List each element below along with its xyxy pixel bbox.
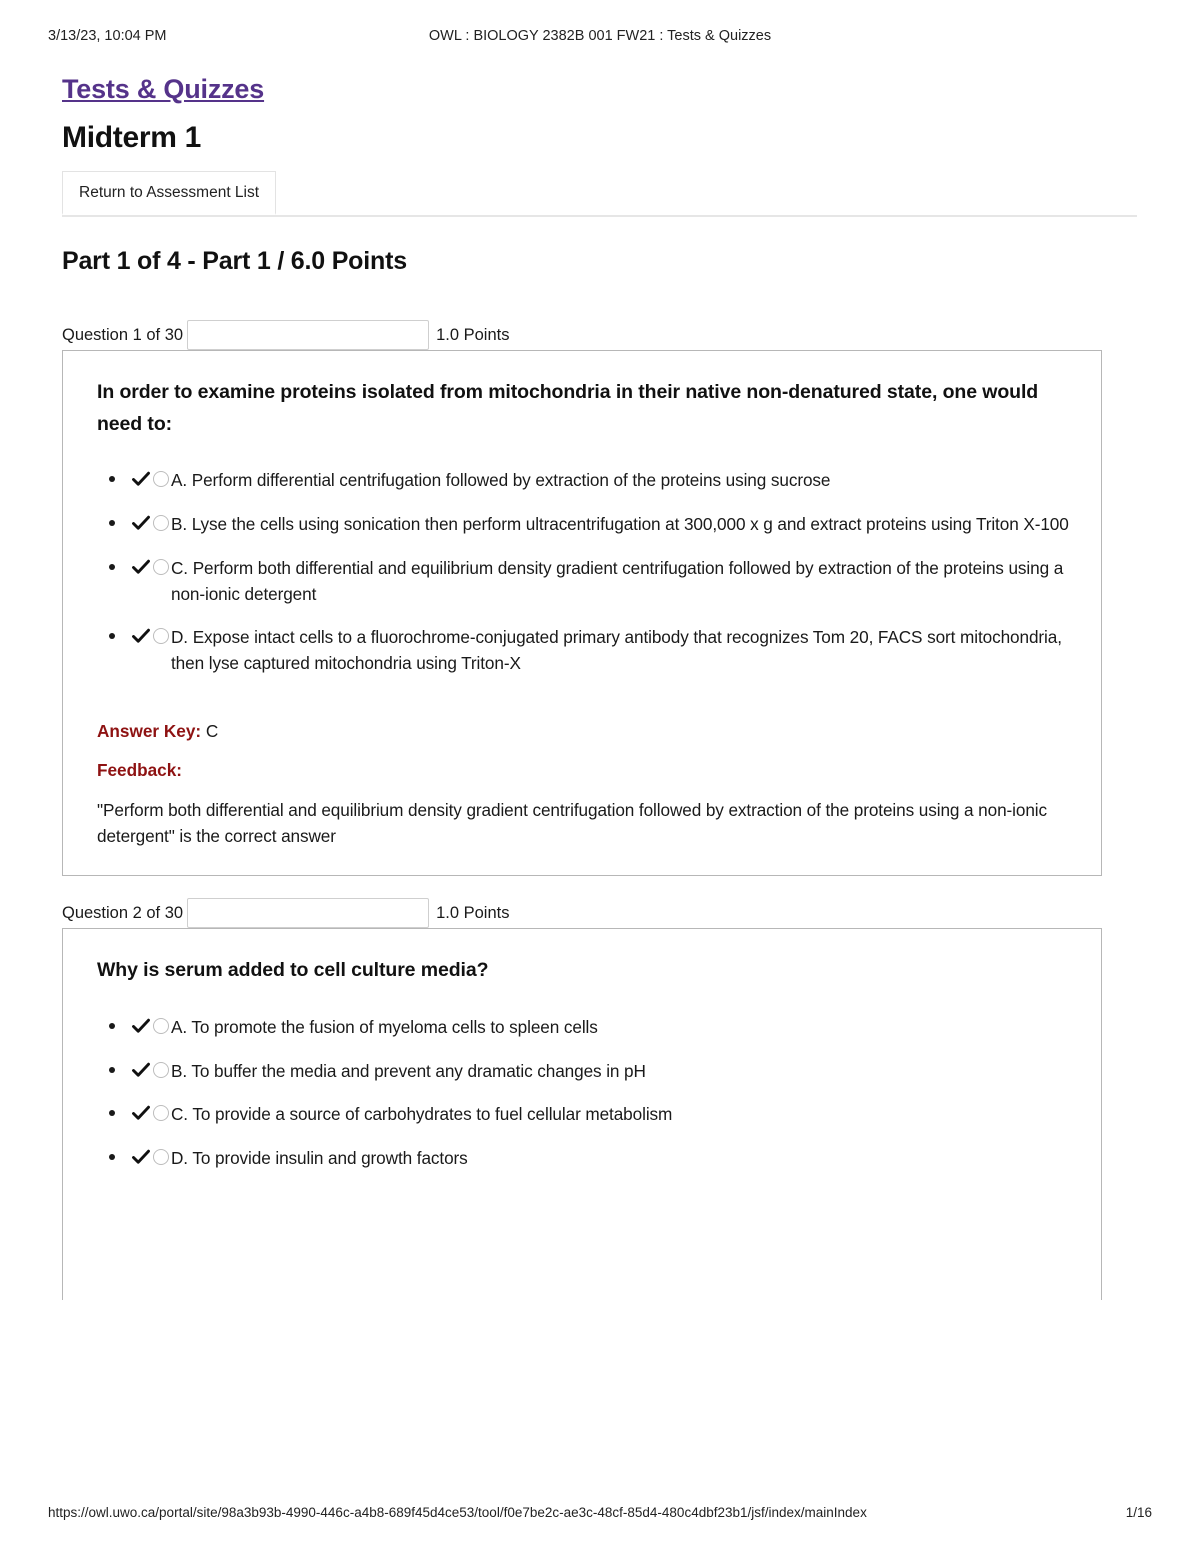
radio-button-icon[interactable] <box>153 471 169 488</box>
checkmark-icon <box>131 513 151 533</box>
checkmark-icon <box>131 1147 151 1167</box>
page-content: Tests & Quizzes Midterm 1 Return to Asse… <box>0 74 1200 1301</box>
answer-option-letter: B. <box>171 513 188 534</box>
question-score-input[interactable] <box>187 320 430 350</box>
answer-key-value: C <box>205 720 219 741</box>
answer-option-letter: A. <box>171 470 188 491</box>
checkmark-icon <box>131 1103 151 1123</box>
answer-option-letter: D. <box>171 1148 188 1169</box>
question-number-label: Question 1 of 30 <box>62 325 184 344</box>
checkmark-icon <box>131 1060 151 1080</box>
bullet-icon <box>109 1066 115 1073</box>
answer-option-letter: C. <box>171 557 188 578</box>
bullet-icon <box>109 476 115 483</box>
question-score-input[interactable] <box>187 898 430 929</box>
answer-option-text: Perform differential centrifugation foll… <box>191 470 831 491</box>
question-body: In order to examine proteins isolated fr… <box>62 350 1102 877</box>
checkmark-icon <box>131 557 151 577</box>
print-footer-url: https://owl.uwo.ca/portal/site/98a3b93b-… <box>48 1505 867 1520</box>
bullet-icon <box>109 1022 115 1029</box>
checkmark-icon <box>131 626 151 646</box>
answer-option-text: Perform both differential and equilibriu… <box>171 557 1064 604</box>
radio-button-icon[interactable] <box>153 1105 169 1122</box>
print-header-title: OWL : BIOLOGY 2382B 001 FW21 : Tests & Q… <box>428 28 772 44</box>
radio-button-icon[interactable] <box>153 628 169 645</box>
question-block: Question 2 of 30 1.0 Points Why is serum… <box>62 898 1102 1301</box>
question-number-label: Question 2 of 30 <box>62 903 184 922</box>
checkmark-icon <box>131 1016 151 1036</box>
answer-option-text: To promote the fusion of myeloma cells t… <box>191 1016 598 1037</box>
answer-options-list: A. Perform differential centrifugation f… <box>97 468 1071 677</box>
bullet-icon <box>109 633 115 640</box>
question-meta-row: Question 1 of 30 1.0 Points <box>62 320 1102 350</box>
part-heading: Part 1 of 4 - Part 1 / 6.0 Points <box>62 247 407 275</box>
answer-options-list: A. To promote the fusion of myeloma cell… <box>97 1015 1071 1172</box>
question-meta-row: Question 2 of 30 1.0 Points <box>62 898 1102 929</box>
tab-bar: Return to Assessment List <box>62 171 1137 217</box>
feedback-text: "Perform both differential and equilibri… <box>97 799 1048 847</box>
print-footer: https://owl.uwo.ca/portal/site/98a3b93b-… <box>0 1505 1200 1523</box>
answer-option-text: To provide insulin and growth factors <box>192 1148 468 1169</box>
radio-button-icon[interactable] <box>153 1149 169 1166</box>
answer-option[interactable]: C. Perform both differential and equilib… <box>109 556 1071 608</box>
return-to-assessment-list-button[interactable]: Return to Assessment List <box>62 171 277 215</box>
answer-option-letter: B. <box>171 1060 188 1081</box>
question-body: Why is serum added to cell culture media… <box>62 928 1102 1301</box>
bullet-icon <box>109 1154 115 1161</box>
answer-option[interactable]: B. Lyse the cells using sonication then … <box>109 512 1071 538</box>
radio-button-icon[interactable] <box>153 1017 169 1034</box>
radio-button-icon[interactable] <box>153 558 169 575</box>
print-footer-page-number: 1/16 <box>1125 1505 1152 1520</box>
page-title: Midterm 1 <box>62 121 201 154</box>
bullet-icon <box>109 519 115 526</box>
answer-option[interactable]: A. To promote the fusion of myeloma cell… <box>109 1015 1071 1041</box>
answer-option[interactable]: C. To provide a source of carbohydrates … <box>109 1102 1071 1128</box>
answer-key-row: Answer Key: C <box>97 721 1071 742</box>
tab-label: Return to Assessment List <box>79 183 260 201</box>
answer-option[interactable]: D. To provide insulin and growth factors <box>109 1146 1071 1172</box>
question-points-label: 1.0 Points <box>436 325 510 344</box>
answer-option-letter: D. <box>171 627 188 648</box>
answer-key-label: Answer Key: <box>97 720 202 741</box>
tests-and-quizzes-link[interactable]: Tests & Quizzes <box>62 74 264 105</box>
answer-option-text: Lyse the cells using sonication then per… <box>191 513 1069 534</box>
breadcrumb: Tests & Quizzes <box>62 74 1200 105</box>
question-block: Question 1 of 30 1.0 Points In order to … <box>62 320 1102 877</box>
checkmark-icon <box>131 469 151 489</box>
print-header: 3/13/23, 10:04 PM OWL : BIOLOGY 2382B 00… <box>0 28 1200 48</box>
feedback-label: Feedback: <box>97 759 183 780</box>
answer-option-letter: A. <box>171 1016 188 1037</box>
answer-option-text: To provide a source of carbohydrates to … <box>192 1104 673 1125</box>
radio-button-icon[interactable] <box>153 514 169 531</box>
bullet-icon <box>109 563 115 570</box>
radio-button-icon[interactable] <box>153 1061 169 1078</box>
answer-option[interactable]: A. Perform differential centrifugation f… <box>109 468 1071 494</box>
answer-option-letter: C. <box>171 1104 188 1125</box>
bullet-icon <box>109 1110 115 1117</box>
question-text: Why is serum added to cell culture media… <box>97 959 489 982</box>
answer-option-text: To buffer the media and prevent any dram… <box>191 1060 646 1081</box>
question-text: In order to examine proteins isolated fr… <box>97 381 1039 435</box>
answer-option-text: Expose intact cells to a fluorochrome-co… <box>171 627 1062 674</box>
answer-option[interactable]: D. Expose intact cells to a fluorochrome… <box>109 625 1071 677</box>
question-points-label: 1.0 Points <box>436 903 510 922</box>
answer-option[interactable]: B. To buffer the media and prevent any d… <box>109 1059 1071 1085</box>
